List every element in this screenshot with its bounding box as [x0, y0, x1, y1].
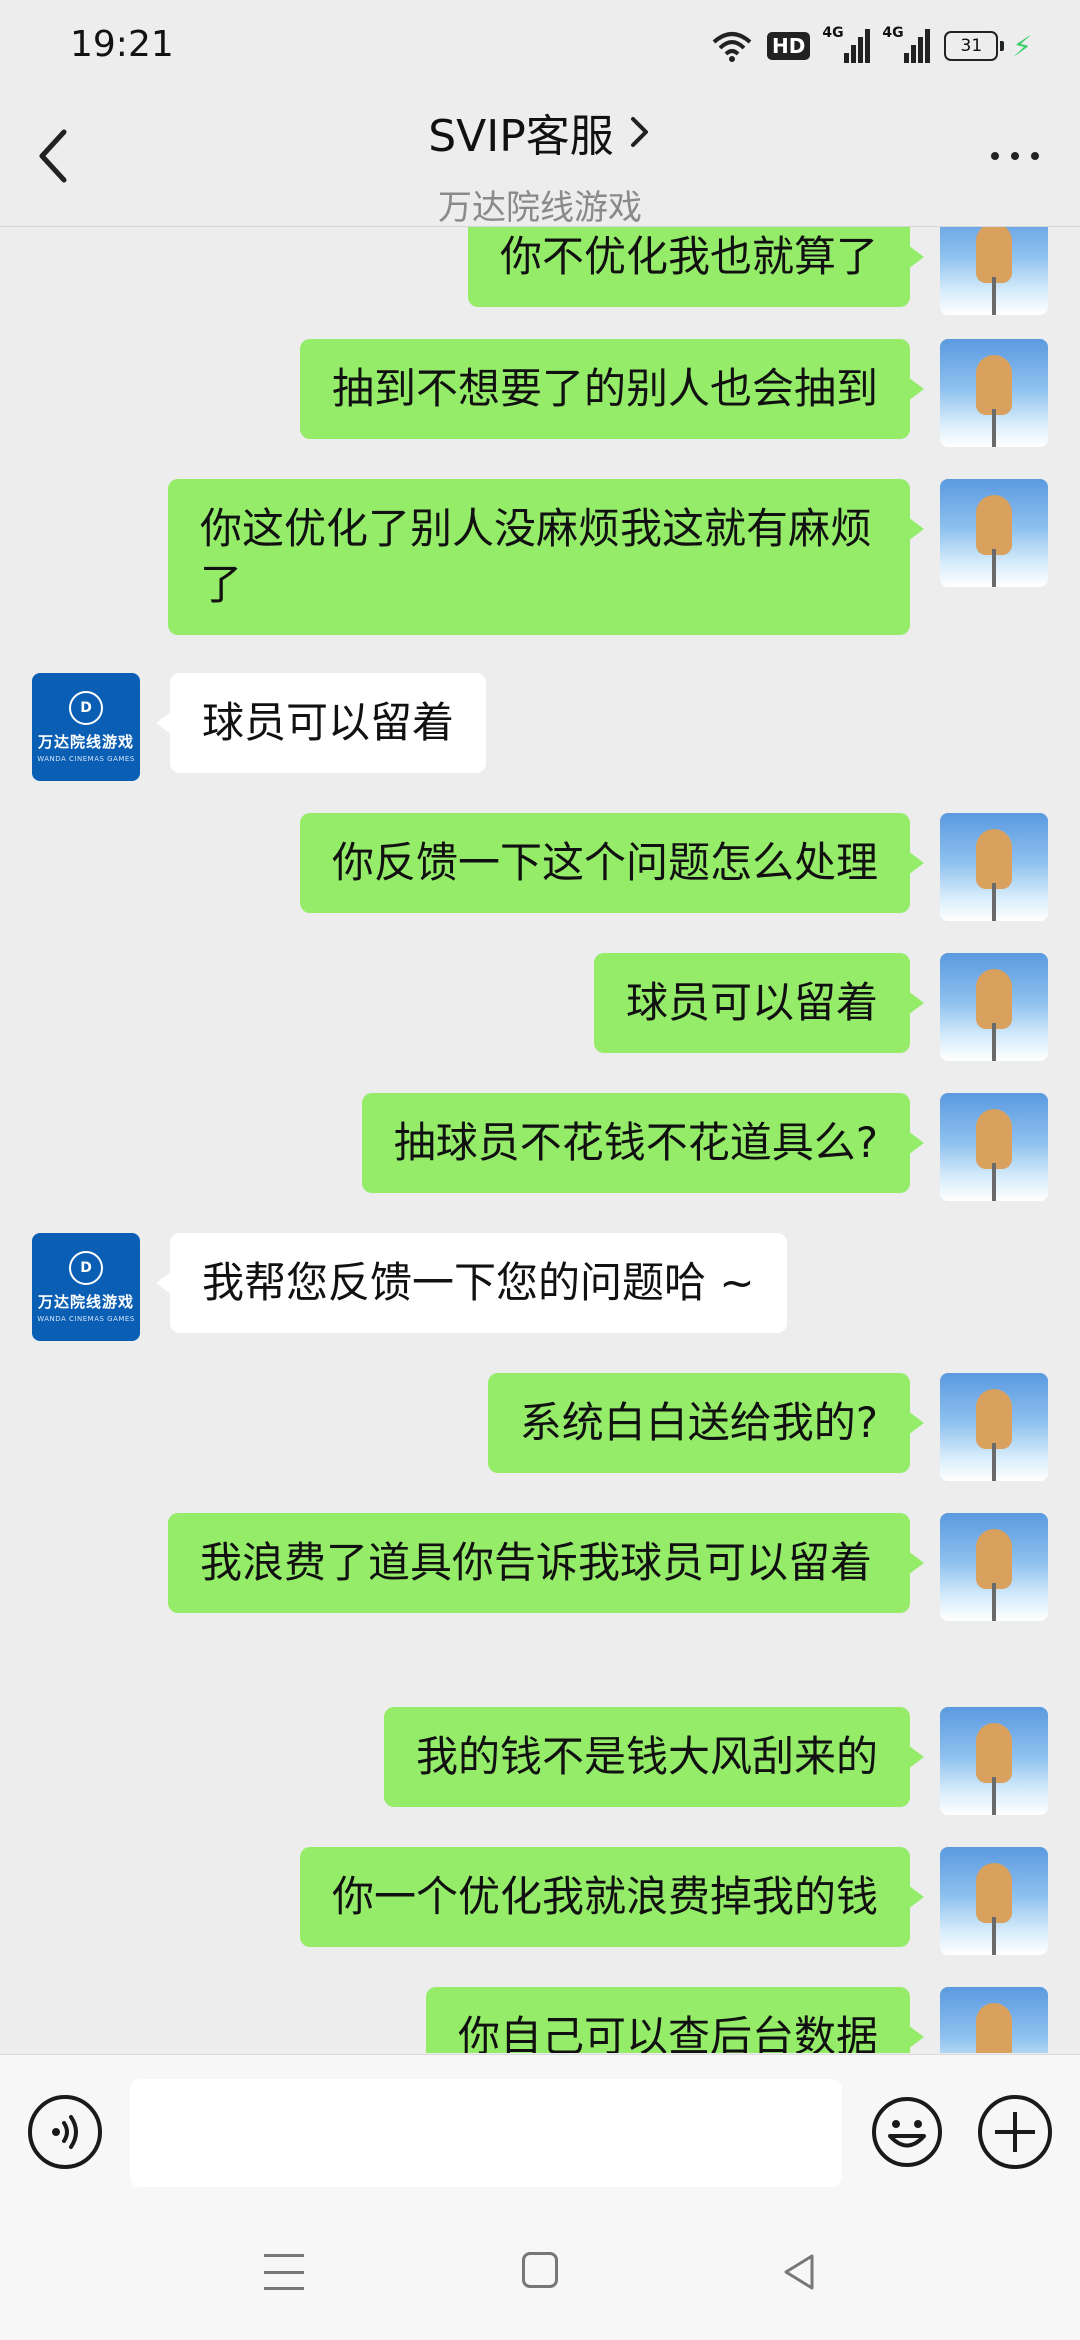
user-avatar[interactable]: [940, 227, 1048, 315]
bot-avatar[interactable]: D 万达院线游戏 WANDA CINEMAS GAMES: [32, 673, 140, 781]
voice-icon[interactable]: [28, 2095, 102, 2169]
nav-menu-icon[interactable]: [264, 2254, 304, 2290]
message-bubble[interactable]: 你这优化了别人没麻烦我这就有麻烦了: [168, 479, 924, 635]
message-bubble[interactable]: 你一个优化我就浪费掉我的钱: [299, 1847, 925, 1947]
message-bubble[interactable]: 抽球员不花钱不花道具么?: [361, 1093, 925, 1193]
message-bubble[interactable]: 你自己可以查后台数据: [425, 1987, 925, 2053]
input-bar: [0, 2054, 1080, 2205]
nav-home-icon[interactable]: [522, 2252, 558, 2288]
system-nav-bar: [0, 2204, 1080, 2340]
message-bubble[interactable]: 你反馈一下这个问题怎么处理: [299, 813, 925, 913]
message-bubble[interactable]: 球员可以留着: [155, 673, 487, 773]
user-avatar[interactable]: [940, 1847, 1048, 1955]
charging-icon: ⚡: [1012, 29, 1032, 63]
bot-logo-icon: D: [69, 691, 103, 725]
user-avatar[interactable]: [940, 1987, 1048, 2053]
wifi-icon: [712, 32, 752, 62]
user-avatar[interactable]: [940, 1707, 1048, 1815]
network-label: 4G: [822, 25, 844, 41]
message-bubble[interactable]: 球员可以留着: [593, 953, 925, 1053]
status-icons: HD 4G 4G 31 ⚡: [711, 25, 1032, 66]
page-subtitle: 万达院线游戏: [438, 188, 642, 228]
hd-icon: HD: [766, 32, 811, 60]
bot-avatar-name-en: WANDA CINEMAS GAMES: [37, 755, 135, 763]
user-avatar[interactable]: [940, 1373, 1048, 1481]
user-avatar[interactable]: [940, 339, 1048, 447]
message-bubble[interactable]: 我的钱不是钱大风刮来的: [383, 1707, 925, 1807]
bot-logo-icon: D: [69, 1251, 103, 1285]
page-title-text: SVIP客服: [428, 111, 614, 162]
chevron-right-icon: [630, 117, 648, 147]
more-icon[interactable]: [980, 138, 1050, 174]
user-avatar[interactable]: [940, 479, 1048, 587]
bot-avatar[interactable]: D 万达院线游戏 WANDA CINEMAS GAMES: [32, 1233, 140, 1341]
status-time: 19:21: [70, 24, 174, 65]
message-bubble[interactable]: 我浪费了道具你告诉我球员可以留着: [168, 1513, 924, 1613]
chat-header: SVIP客服 万达院线游戏: [0, 86, 1080, 229]
network-label: 4G: [882, 25, 904, 41]
status-bar: 19:21 HD 4G 4G 31 ⚡: [0, 0, 1080, 86]
user-avatar[interactable]: [940, 953, 1048, 1061]
message-bubble[interactable]: 我帮您反馈一下您的问题哈 ~: [156, 1233, 787, 1333]
user-avatar[interactable]: [940, 1513, 1048, 1621]
emoji-icon[interactable]: [870, 2095, 944, 2169]
message-bubble[interactable]: 你不优化我也就算了: [467, 227, 925, 307]
page-title[interactable]: SVIP客服: [428, 100, 652, 164]
battery-icon: 31: [944, 31, 1005, 61]
signal-icon: 4G: [822, 25, 871, 63]
plus-icon[interactable]: [978, 2095, 1052, 2169]
nav-back-icon[interactable]: [780, 2252, 820, 2292]
message-bubble[interactable]: 抽到不想要了的别人也会抽到: [299, 339, 925, 439]
user-avatar[interactable]: [940, 813, 1048, 921]
title-area[interactable]: SVIP客服 万达院线游戏: [0, 100, 1080, 229]
message-bubble[interactable]: 系统白白送给我的?: [487, 1373, 925, 1473]
bot-avatar-name: 万达院线游戏: [37, 733, 134, 751]
bot-avatar-name-en: WANDA CINEMAS GAMES: [37, 1315, 135, 1323]
signal-icon: 4G: [882, 25, 931, 63]
bot-avatar-name: 万达院线游戏: [37, 1293, 134, 1311]
message-input[interactable]: [130, 2079, 842, 2187]
message-list[interactable]: 你不优化我也就算了 抽到不想要了的别人也会抽到 你这优化了别人没麻烦我这就有麻烦…: [0, 227, 1080, 2053]
user-avatar[interactable]: [940, 1093, 1048, 1201]
